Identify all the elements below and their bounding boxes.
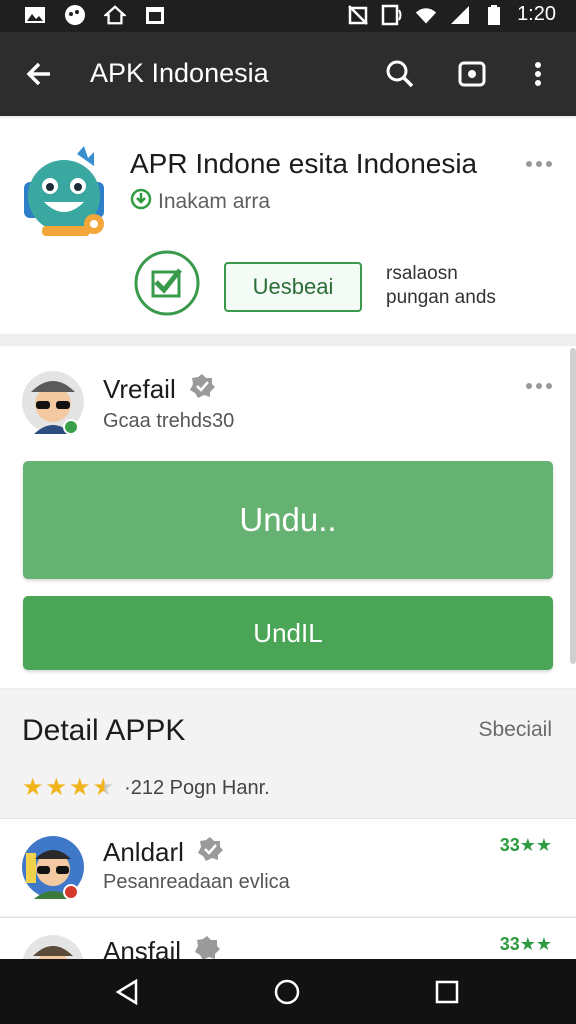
- detail-title: Detail APPK: [22, 714, 186, 747]
- detail-see-all-link[interactable]: Sbeciail: [478, 718, 552, 742]
- message-icon: [64, 4, 86, 26]
- signal-icon: [449, 4, 471, 26]
- nav-home-icon[interactable]: [272, 977, 302, 1007]
- calendar-icon: [144, 4, 166, 26]
- more-horiz-icon[interactable]: [524, 376, 554, 396]
- more-horiz-icon[interactable]: [524, 154, 554, 174]
- list-item-name: Ansfail: [103, 936, 182, 959]
- home-notification-icon: [104, 4, 126, 26]
- wifi-icon: [415, 4, 437, 26]
- status-time: 1:20: [517, 3, 556, 25]
- battery-icon: [483, 4, 505, 26]
- user-name: Vrefail: [103, 374, 176, 404]
- avatar[interactable]: [22, 368, 84, 436]
- list-item[interactable]: Ansfail 33★★: [0, 917, 576, 959]
- mute-icon: [347, 4, 369, 26]
- detail-section: Detail APPK Sbeciail ★ ★ ★ ★ ·212 Pogn H…: [0, 690, 576, 818]
- app-title: APR Indone esita Indonesia: [130, 148, 478, 179]
- verified-badge-icon: [188, 372, 216, 407]
- list-item-name-row: Anldarl: [103, 835, 224, 870]
- download-secondary-button[interactable]: UndIL: [23, 596, 553, 670]
- system-nav-bar: [0, 959, 576, 1024]
- list-item-name-row: Ansfail: [103, 934, 221, 959]
- verified-check-icon[interactable]: [134, 250, 200, 316]
- scrollbar[interactable]: [570, 348, 576, 664]
- list-item-rating: 33★★: [499, 934, 552, 954]
- avatar[interactable]: [22, 932, 84, 959]
- side-info: rsalaosn pungan ands: [386, 262, 496, 310]
- nav-recents-icon[interactable]: [432, 977, 462, 1007]
- download-icon: [130, 188, 152, 216]
- app-card: APR Indone esita Indonesia Inakam arra U…: [0, 118, 576, 334]
- outline-action-button[interactable]: Uesbeai: [224, 262, 362, 312]
- more-vert-icon[interactable]: [518, 54, 558, 94]
- side-info-line-2: pungan ands: [386, 287, 496, 308]
- gallery-icon: [24, 4, 46, 26]
- list-item-name: Anldarl: [103, 837, 184, 867]
- download-primary-button[interactable]: Undu..: [23, 461, 553, 579]
- rating-count: ·212 Pogn Hanr.: [124, 776, 270, 799]
- star-icon: ★: [45, 774, 68, 801]
- verified-badge-icon: [193, 934, 221, 959]
- back-arrow-icon[interactable]: [20, 54, 60, 94]
- screenshot-icon[interactable]: [452, 54, 492, 94]
- app-subtitle-row: Inakam arra: [130, 188, 270, 216]
- list-item-rating: 33★★: [499, 835, 552, 855]
- star-half-icon: ★: [92, 774, 115, 801]
- page-title: APK Indonesia: [90, 58, 269, 88]
- app-subtitle: Inakam arra: [158, 190, 271, 213]
- star-icon: ★: [69, 774, 91, 801]
- verified-badge-icon: [196, 835, 224, 870]
- star-icon: ★: [22, 774, 44, 801]
- nav-back-icon[interactable]: [112, 977, 142, 1007]
- user-name-row: Vrefail: [103, 372, 216, 407]
- list-item[interactable]: Anldarl Pesanreadaan evlica 33★★: [0, 818, 576, 916]
- user-card: Vrefail Gcaa trehds30 Undu.. UndIL: [0, 346, 576, 688]
- list-item-subtitle: Pesanreadaan evlica: [103, 871, 290, 893]
- rating-row: ★ ★ ★ ★ ·212 Pogn Hanr.: [22, 776, 270, 800]
- side-info-line-1: rsalaosn: [386, 263, 458, 284]
- app-bar: APK Indonesia: [0, 32, 576, 116]
- app-logo-icon[interactable]: [22, 146, 108, 246]
- nfc-icon: [381, 4, 403, 26]
- status-bar: 1:20: [0, 0, 576, 32]
- search-icon[interactable]: [380, 54, 420, 94]
- user-subtitle: Gcaa trehds30: [103, 410, 235, 432]
- avatar[interactable]: [22, 833, 84, 901]
